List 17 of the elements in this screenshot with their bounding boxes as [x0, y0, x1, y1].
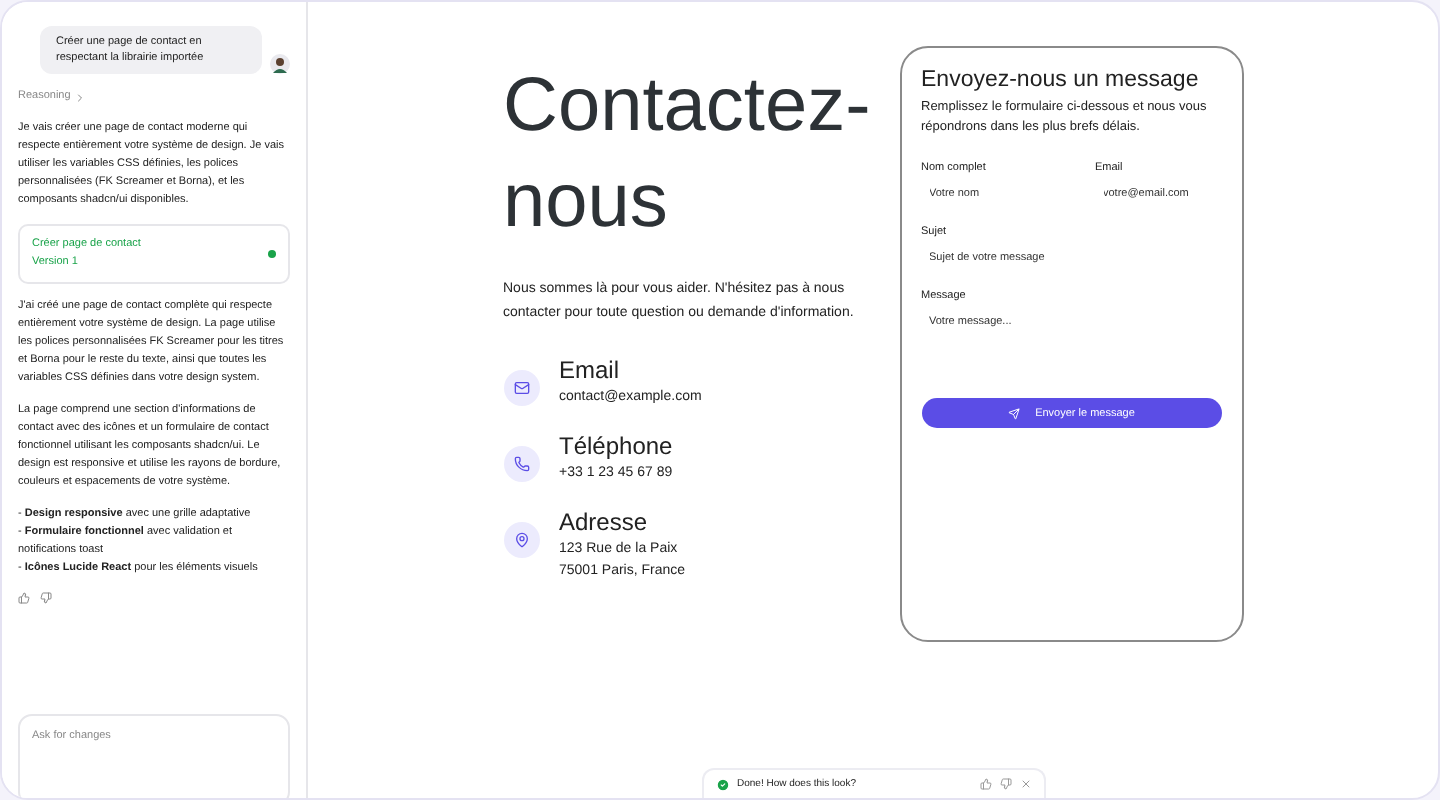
- check-icon: [715, 777, 729, 791]
- avatar-icon: [270, 54, 290, 74]
- phone-icon: [503, 446, 539, 482]
- map-pin-icon: [503, 522, 539, 558]
- thumbs-up-icon[interactable]: [979, 778, 991, 790]
- thumbs-down-icon[interactable]: [999, 778, 1011, 790]
- contact-title: Adresse: [559, 508, 650, 538]
- chevron-icon: [74, 91, 87, 103]
- send-icon: [1007, 407, 1020, 419]
- mail-icon: [503, 370, 539, 406]
- contact-title: Téléphone: [559, 432, 673, 462]
- close-icon[interactable]: [1019, 778, 1031, 790]
- thumbs-down-icon[interactable]: [40, 592, 52, 604]
- contact-title: Email: [559, 356, 622, 386]
- thumbs-up-icon[interactable]: [18, 592, 30, 604]
- form-title: Envoyez-nous un message: [921, 68, 1201, 94]
- page-heading: Contactez-nous: [503, 62, 873, 248]
